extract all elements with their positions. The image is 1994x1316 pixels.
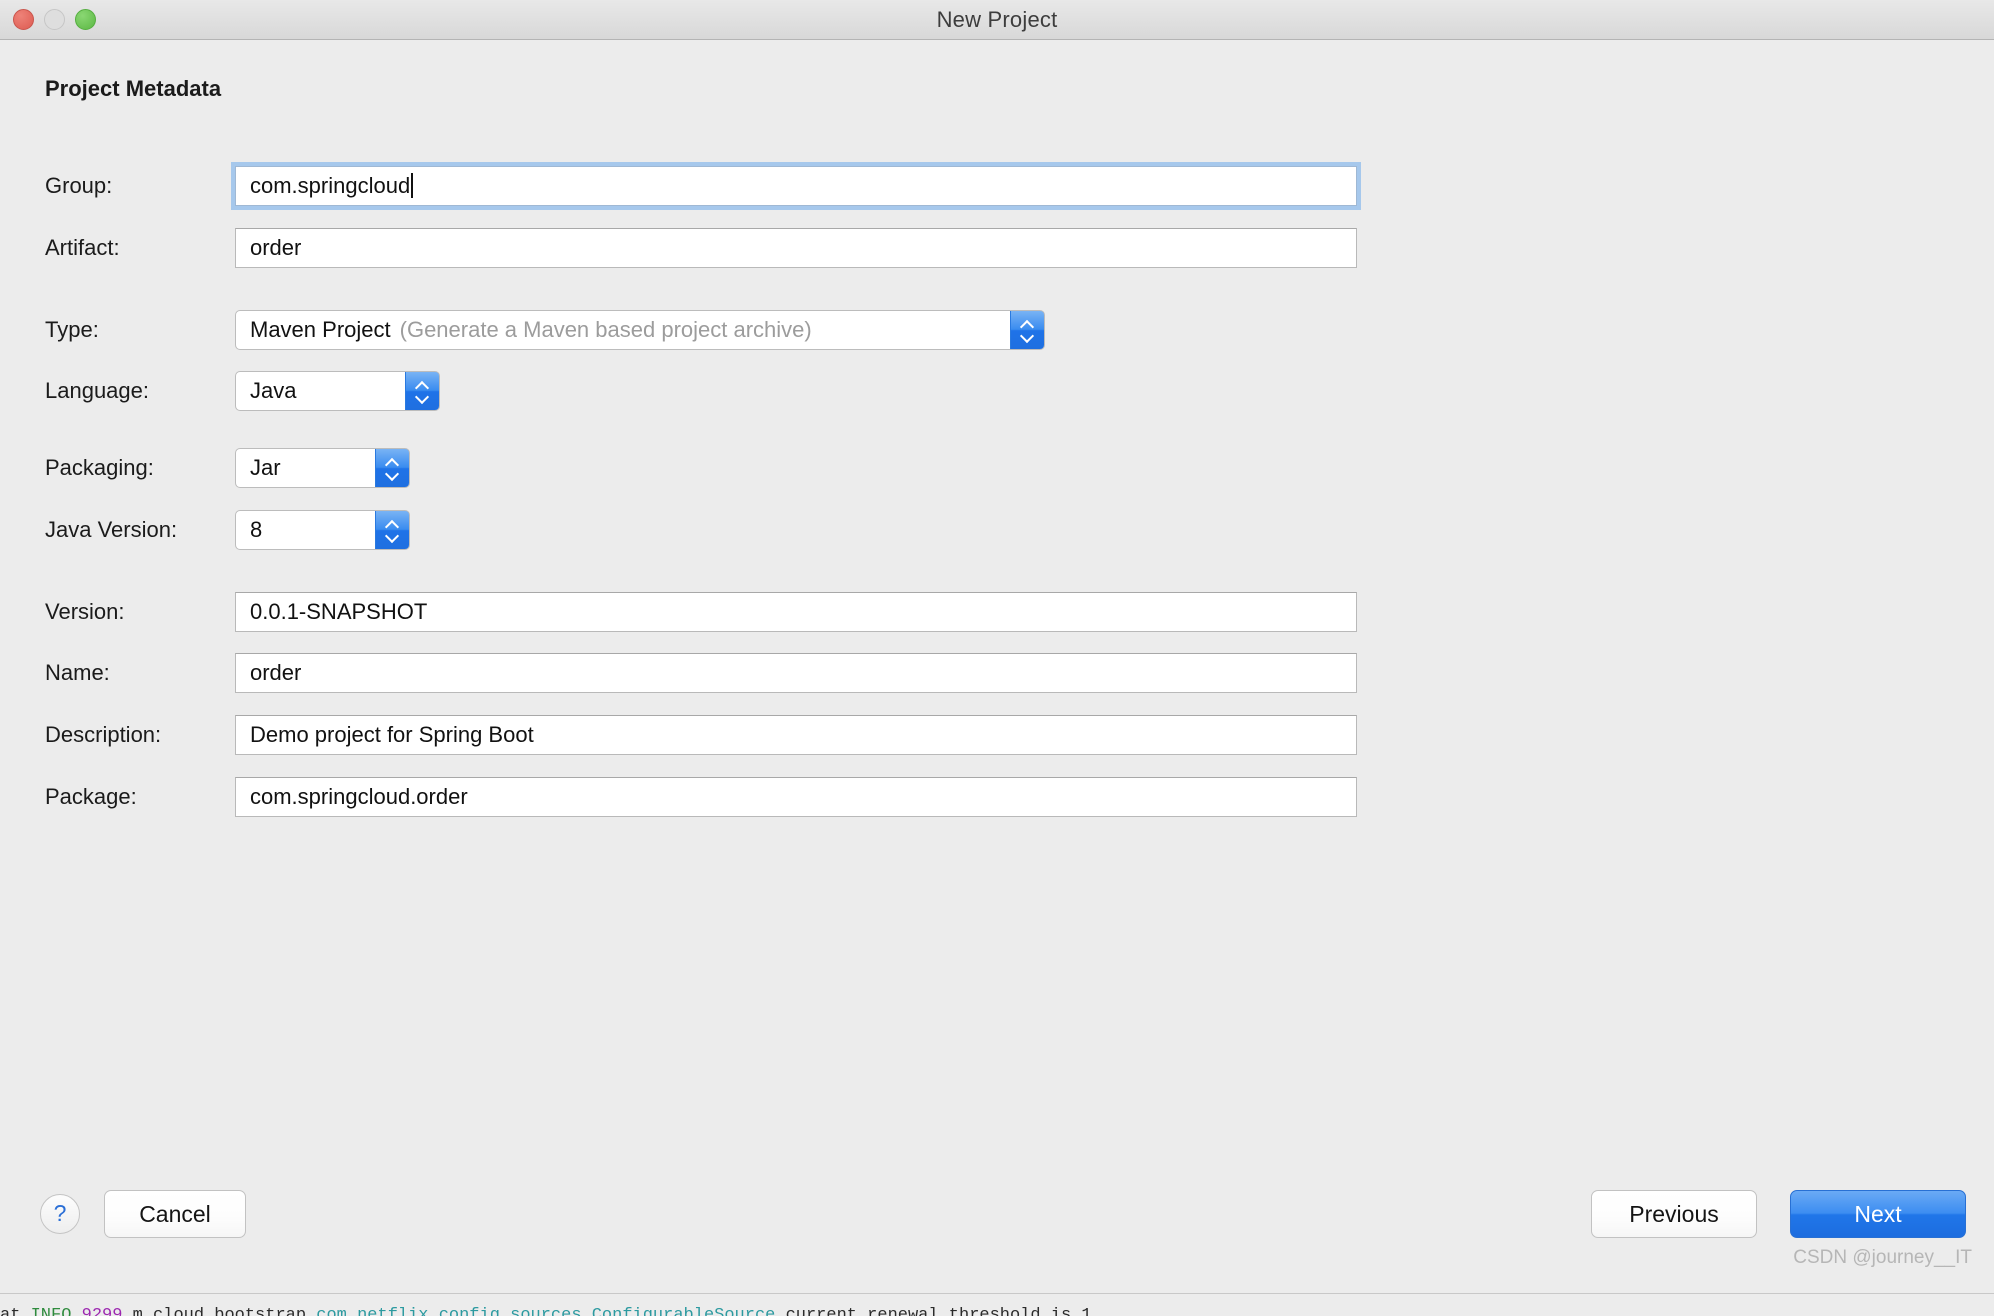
- form-row-type: Type: Maven Project (Generate a Maven base…: [0, 310, 1994, 350]
- java_version-dropdown-value: 8: [250, 517, 263, 542]
- form-row-name: Name: order: [0, 653, 1994, 693]
- form-row-package: Package: com.springcloud.order: [0, 777, 1994, 817]
- cancel-button[interactable]: Cancel: [104, 1190, 246, 1238]
- label-type: Type:: [45, 317, 99, 342]
- group-input[interactable]: com.springcloud: [231, 162, 1361, 210]
- artifact-input-value: order: [250, 235, 302, 260]
- next-button[interactable]: Next: [1790, 1190, 1966, 1238]
- label-artifact: Artifact:: [45, 235, 120, 260]
- label-language: Language:: [45, 378, 149, 403]
- type-stepper[interactable]: [1010, 311, 1044, 349]
- form-row-group: Group: com.springcloud: [0, 162, 1994, 210]
- console-segment: at: [0, 1306, 21, 1316]
- background-console-strip: at INFO 9299 m.cloud.bootstrap com.netfl…: [0, 1293, 1994, 1316]
- packaging-stepper[interactable]: [375, 449, 409, 487]
- label-package: Package:: [45, 784, 137, 809]
- type-dropdown[interactable]: Maven Project (Generate a Maven based pro…: [235, 310, 1045, 350]
- language-dropdown-value: Java: [250, 378, 297, 403]
- artifact-input[interactable]: order: [235, 228, 1357, 268]
- type-dropdown-value: Maven Project: [250, 317, 391, 342]
- packaging-dropdown[interactable]: Jar: [235, 448, 410, 488]
- label-version: Version:: [45, 599, 125, 624]
- package-input[interactable]: com.springcloud.order: [235, 777, 1357, 817]
- chevron-down-icon[interactable]: [386, 532, 399, 540]
- version-input[interactable]: 0.0.1-SNAPSHOT: [235, 592, 1357, 632]
- dialog-content: Project Metadata Group: com.springcloud Ar…: [0, 40, 1994, 1271]
- console-segment: m.cloud.bootstrap: [132, 1306, 307, 1316]
- name-input-value: order: [250, 660, 302, 685]
- description-input[interactable]: Demo project for Spring Boot: [235, 715, 1357, 755]
- form-row-version: Version: 0.0.1-SNAPSHOT: [0, 592, 1994, 632]
- form-row-language: Language: Java: [0, 371, 1994, 411]
- language-stepper[interactable]: [405, 372, 439, 410]
- label-java_version: Java Version:: [45, 517, 178, 542]
- version-input-value: 0.0.1-SNAPSHOT: [250, 599, 428, 624]
- console-segment: current renewal threshold is 1: [785, 1306, 1092, 1316]
- chevron-up-icon[interactable]: [386, 459, 399, 467]
- form-row-java_version: Java Version: 8: [0, 510, 1994, 550]
- chevron-down-icon[interactable]: [416, 393, 429, 401]
- label-packaging: Packaging:: [45, 455, 154, 480]
- new-project-window: New Project Project Metadata Group: com.s…: [0, 0, 1994, 1316]
- chevron-down-icon[interactable]: [1021, 332, 1034, 340]
- watermark: CSDN @journey__IT: [1793, 1247, 1972, 1268]
- form-row-description: Description: Demo project for Spring Boot: [0, 715, 1994, 755]
- form-row-artifact: Artifact: order: [0, 228, 1994, 268]
- console-segment: 9299: [81, 1306, 123, 1316]
- name-input[interactable]: order: [235, 653, 1357, 693]
- form-row-packaging: Packaging: Jar: [0, 448, 1994, 488]
- help-button[interactable]: ?: [40, 1194, 80, 1234]
- description-input-value: Demo project for Spring Boot: [250, 722, 534, 747]
- language-dropdown[interactable]: Java: [235, 371, 440, 411]
- window-titlebar: New Project: [0, 0, 1994, 40]
- label-description: Description:: [45, 722, 162, 747]
- previous-button[interactable]: Previous: [1591, 1190, 1757, 1238]
- java_version-dropdown[interactable]: 8: [235, 510, 410, 550]
- chevron-up-icon[interactable]: [386, 521, 399, 529]
- packaging-dropdown-value: Jar: [250, 455, 281, 480]
- text-caret: [411, 173, 414, 198]
- chevron-up-icon[interactable]: [1021, 321, 1034, 329]
- console-log-line: at INFO 9299 m.cloud.bootstrap com.netfl…: [0, 1306, 1092, 1316]
- console-segment: com.netflix.config.sources.ConfigurableS…: [316, 1306, 776, 1316]
- console-segment: INFO: [30, 1306, 72, 1316]
- page-title: Project Metadata: [45, 76, 222, 101]
- chevron-down-icon[interactable]: [386, 470, 399, 478]
- label-name: Name:: [45, 660, 110, 685]
- type-dropdown-hint: (Generate a Maven based project archive): [399, 317, 812, 342]
- dialog-footer: ? Cancel Previous Next: [0, 1187, 1994, 1247]
- package-input-value: com.springcloud.order: [250, 784, 468, 809]
- window-title: New Project: [936, 7, 1058, 32]
- chevron-up-icon[interactable]: [416, 382, 429, 390]
- label-group: Group:: [45, 173, 113, 198]
- java_version-stepper[interactable]: [375, 511, 409, 549]
- group-input-value: com.springcloud: [250, 173, 411, 198]
